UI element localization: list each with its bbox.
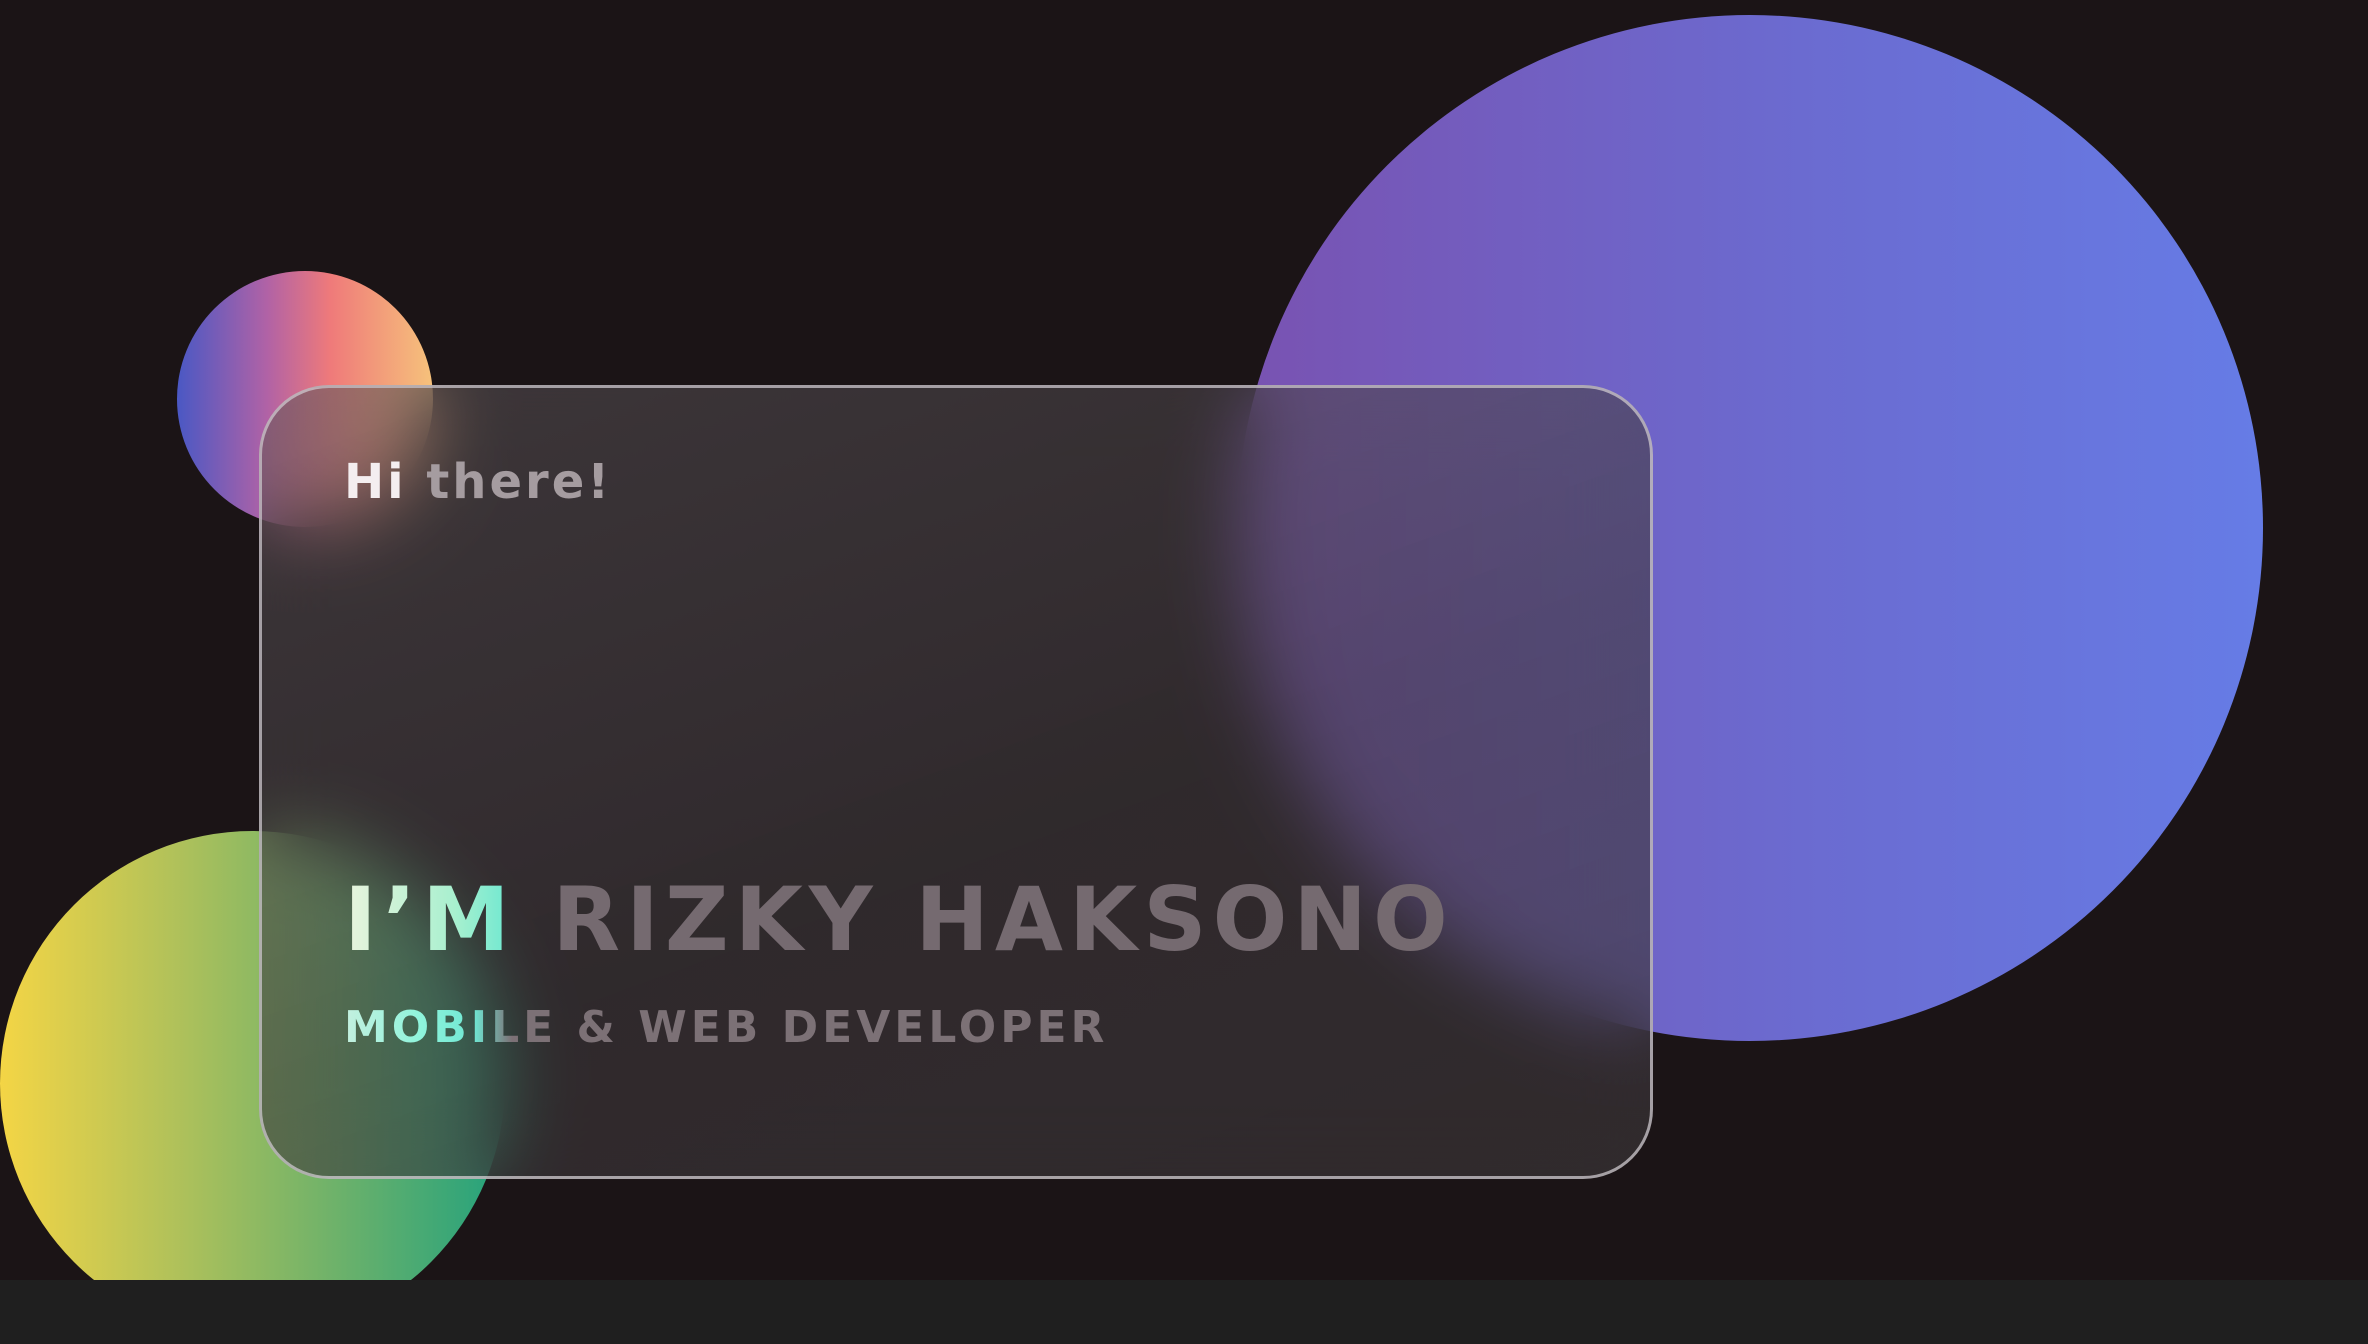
glass-intro-card: Hi there! I’M RIZKY HAKSONO MOBILE & WEB… xyxy=(259,385,1653,1179)
hero-name-heading: I’M RIZKY HAKSONO xyxy=(344,868,1454,971)
greeting-hi: Hi xyxy=(344,454,407,510)
hero-section: Hi there! I’M RIZKY HAKSONO MOBILE & WEB… xyxy=(0,0,2368,1344)
greeting-there: there! xyxy=(426,454,613,510)
bottom-strip xyxy=(0,1280,2368,1344)
greeting-text: Hi there! xyxy=(344,454,612,510)
hero-role-subtitle: MOBILE & WEB DEVELOPER xyxy=(344,1002,1109,1053)
